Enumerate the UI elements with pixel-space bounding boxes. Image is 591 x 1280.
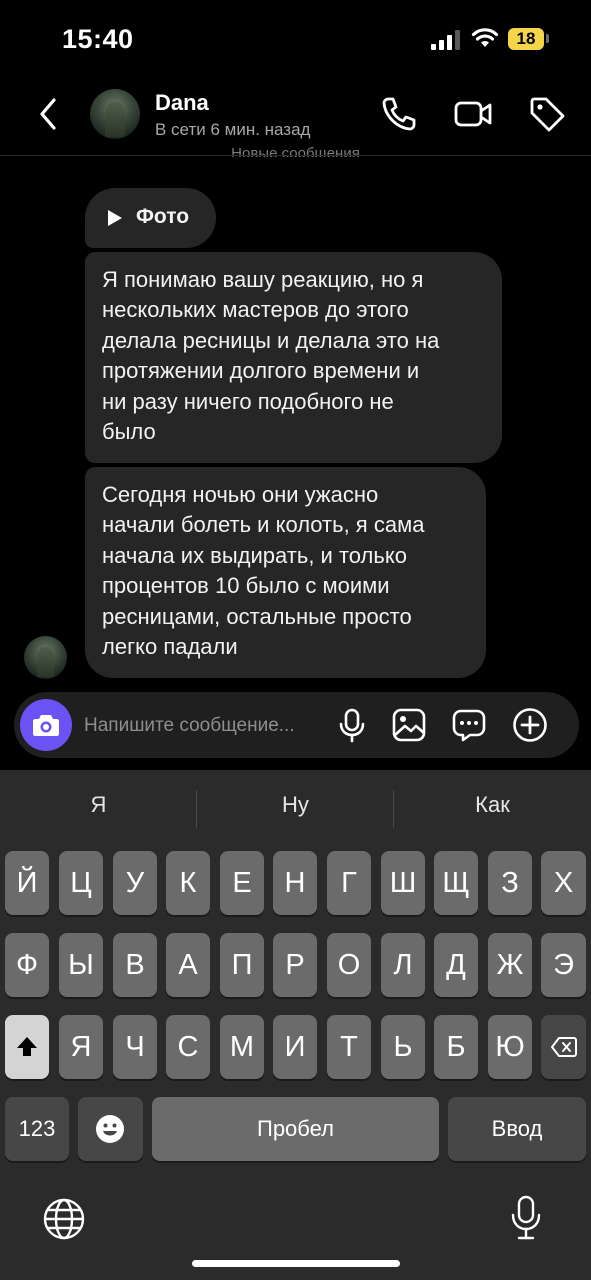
contact-name[interactable]: Dana <box>155 90 209 116</box>
dictation-microphone-icon[interactable] <box>506 1195 546 1241</box>
key[interactable]: Ь <box>381 1015 425 1079</box>
message-composer <box>14 692 579 758</box>
suggestion-item[interactable]: Как <box>394 792 591 818</box>
key[interactable]: О <box>327 933 371 997</box>
key[interactable]: П <box>220 933 264 997</box>
status-time: 15:40 <box>62 24 134 54</box>
key[interactable]: Ж <box>488 933 532 997</box>
key[interactable]: Ы <box>59 933 103 997</box>
status-bar: 15:40 18 <box>0 0 591 80</box>
home-indicator[interactable] <box>192 1260 400 1267</box>
battery-level: 18 <box>516 29 536 48</box>
microphone-icon[interactable] <box>334 707 370 743</box>
camera-icon <box>33 715 59 736</box>
plus-icon[interactable] <box>512 707 548 743</box>
key[interactable]: Д <box>434 933 478 997</box>
photo-message[interactable]: Фото <box>85 188 216 248</box>
key[interactable]: Н <box>273 851 317 915</box>
key[interactable]: Е <box>220 851 264 915</box>
sticker-icon[interactable] <box>451 707 487 743</box>
suggestion-bar: Я Ну Как <box>0 770 591 850</box>
key[interactable]: Р <box>273 933 317 997</box>
key[interactable]: Х <box>541 851 586 915</box>
key[interactable]: Б <box>434 1015 478 1079</box>
message-bubble[interactable]: Я понимаю вашу реакцию, но я нескольких … <box>85 252 502 463</box>
key[interactable]: И <box>273 1015 317 1079</box>
back-icon[interactable] <box>34 94 64 134</box>
return-key[interactable]: Ввод <box>448 1097 586 1161</box>
key[interactable]: Л <box>381 933 425 997</box>
key[interactable]: Ч <box>113 1015 157 1079</box>
key[interactable]: У <box>113 851 157 915</box>
keyboard: Я Ну Как Й Ц У К Е Н Г Ш Щ З Х Ф Ы В А П… <box>0 770 591 1280</box>
suggestion-item[interactable]: Ну <box>197 792 394 818</box>
key[interactable]: Ш <box>381 851 425 915</box>
key[interactable]: Э <box>541 933 586 997</box>
key[interactable]: Г <box>327 851 371 915</box>
phone-icon[interactable] <box>379 94 419 134</box>
battery-cap <box>546 34 549 43</box>
key[interactable]: В <box>113 933 157 997</box>
shift-key[interactable] <box>5 1015 49 1079</box>
message-input[interactable] <box>84 711 324 741</box>
emoji-icon <box>96 1115 124 1143</box>
numbers-key[interactable]: 123 <box>5 1097 69 1161</box>
contact-status: В сети 6 мин. назад <box>155 120 311 139</box>
message-bubble[interactable]: Сегодня ночью они ужасно начали болеть и… <box>85 467 486 678</box>
key[interactable]: Ю <box>488 1015 532 1079</box>
sender-avatar[interactable] <box>24 636 67 679</box>
key[interactable]: Щ <box>434 851 478 915</box>
play-icon <box>108 210 122 226</box>
emoji-key[interactable] <box>78 1097 143 1161</box>
video-camera-icon[interactable] <box>453 94 493 134</box>
shift-icon <box>17 1037 37 1056</box>
photo-label: Фото <box>136 205 190 228</box>
message-text: Сегодня ночью они ужасно начали болеть и… <box>102 482 425 660</box>
header-divider <box>0 155 591 156</box>
tag-icon[interactable] <box>527 94 567 134</box>
gallery-icon[interactable] <box>391 707 427 743</box>
key[interactable]: Я <box>59 1015 103 1079</box>
globe-icon[interactable] <box>43 1198 85 1240</box>
key[interactable]: М <box>220 1015 264 1079</box>
key[interactable]: З <box>488 851 532 915</box>
key[interactable]: Й <box>5 851 49 915</box>
key[interactable]: С <box>166 1015 210 1079</box>
chat-header: Dana В сети 6 мин. назад <box>0 80 591 154</box>
backspace-key[interactable] <box>541 1015 586 1079</box>
contact-avatar[interactable] <box>90 89 140 139</box>
space-key[interactable]: Пробел <box>152 1097 439 1161</box>
key[interactable]: Ц <box>59 851 103 915</box>
suggestion-item[interactable]: Я <box>0 792 197 818</box>
wifi-icon <box>471 28 499 47</box>
key[interactable]: А <box>166 933 210 997</box>
backspace-icon <box>551 1037 577 1057</box>
message-text: Я понимаю вашу реакцию, но я нескольких … <box>102 267 440 445</box>
battery-icon: 18 <box>508 28 544 50</box>
key[interactable]: Т <box>327 1015 371 1079</box>
camera-button[interactable] <box>20 699 72 751</box>
key[interactable]: Ф <box>5 933 49 997</box>
key[interactable]: К <box>166 851 210 915</box>
cellular-signal-icon <box>431 30 460 50</box>
